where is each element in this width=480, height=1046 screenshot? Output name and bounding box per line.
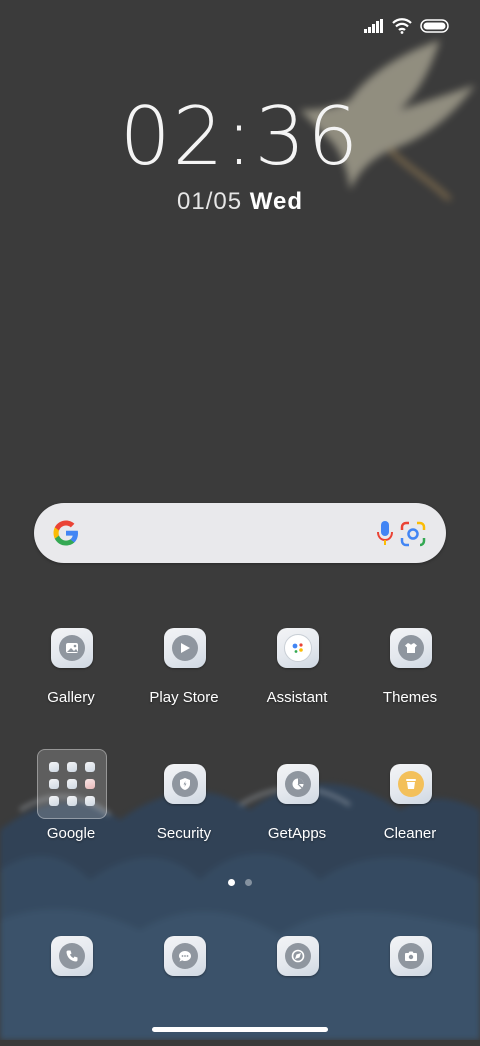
- google-lens-icon[interactable]: [398, 519, 428, 549]
- camera-icon: [390, 936, 432, 976]
- security-icon: [164, 764, 206, 804]
- browser-icon: [277, 936, 319, 976]
- dock-phone[interactable]: [15, 926, 127, 1046]
- app-label: Gallery: [47, 689, 95, 706]
- app-assistant[interactable]: Assistant: [241, 618, 353, 738]
- app-label: Themes: [382, 689, 438, 706]
- app-label: Google: [46, 825, 96, 842]
- app-themes[interactable]: Themes: [354, 618, 466, 738]
- dock: [0, 926, 480, 986]
- app-label: Assistant: [266, 689, 328, 706]
- gallery-icon: [51, 628, 93, 668]
- app-play-store[interactable]: Play Store: [128, 618, 240, 738]
- google-logo-icon: [53, 520, 78, 546]
- app-cleaner[interactable]: Cleaner: [354, 754, 466, 874]
- getapps-icon: [277, 764, 319, 804]
- app-label: Cleaner: [383, 825, 437, 842]
- messages-icon: [164, 936, 206, 976]
- folder-google[interactable]: Google: [15, 754, 127, 874]
- status-bar: [364, 14, 450, 38]
- cleaner-icon: [390, 764, 432, 804]
- app-getapps[interactable]: GetApps: [241, 754, 353, 874]
- app-security[interactable]: Security: [128, 754, 240, 874]
- signal-icon: [364, 19, 383, 33]
- home-indicator[interactable]: [152, 1027, 328, 1032]
- wifi-icon: [392, 18, 412, 34]
- google-search-bar[interactable]: [34, 503, 446, 563]
- app-gallery[interactable]: Gallery: [15, 618, 127, 738]
- clock-time: 02:36: [119, 90, 361, 183]
- clock-widget[interactable]: 02:36 01/05 Wed: [0, 92, 480, 218]
- app-label: Play Store: [149, 689, 219, 706]
- dock-camera[interactable]: [354, 926, 466, 1046]
- clock-date: 01/05 Wed: [0, 186, 480, 218]
- page-dot: [245, 879, 252, 886]
- voice-search-icon[interactable]: [370, 518, 400, 548]
- page-indicator[interactable]: [0, 879, 480, 886]
- battery-icon: [420, 19, 449, 33]
- app-label: Security: [156, 825, 212, 842]
- date-value: 01/05: [177, 188, 243, 215]
- assistant-icon: [277, 628, 319, 668]
- day-value: Wed: [249, 188, 303, 215]
- phone-icon: [51, 936, 93, 976]
- themes-icon: [390, 628, 432, 668]
- app-label: GetApps: [267, 825, 327, 842]
- play-store-icon: [164, 628, 206, 668]
- page-dot-active: [228, 879, 235, 886]
